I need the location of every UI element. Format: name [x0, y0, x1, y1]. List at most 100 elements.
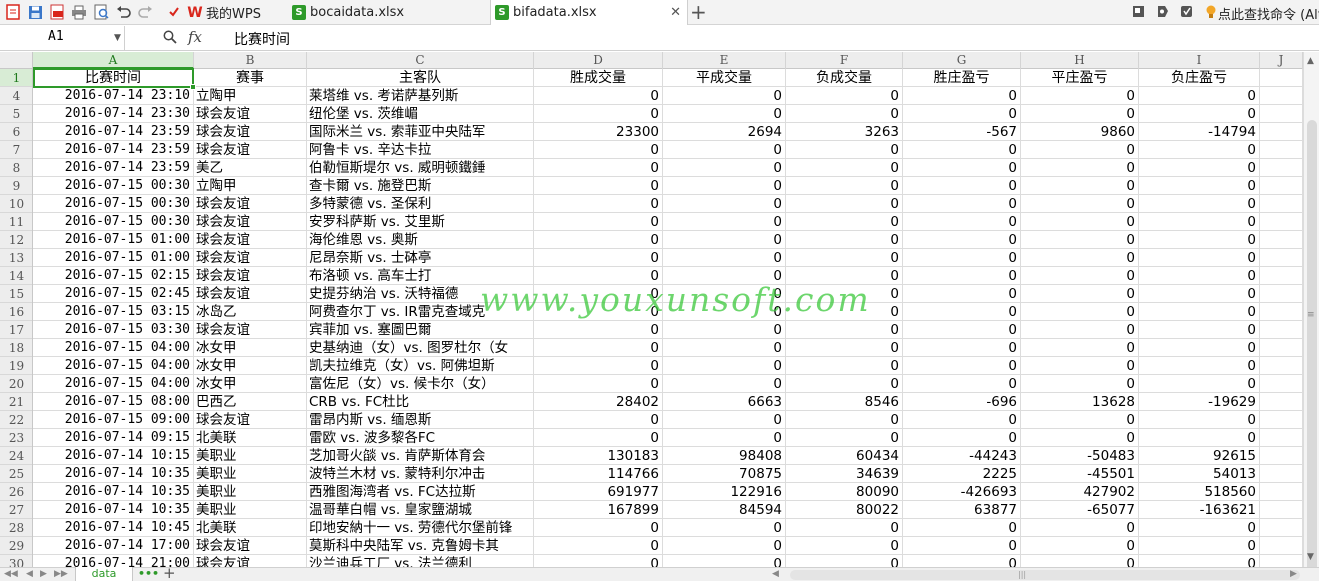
table-cell[interactable]: 3263	[786, 123, 903, 141]
table-cell[interactable]: 0	[1021, 105, 1139, 123]
table-cell[interactable]: 0	[1021, 519, 1139, 537]
table-cell[interactable]	[1260, 141, 1303, 159]
table-cell[interactable]: 0	[663, 87, 786, 105]
table-cell[interactable]: 0	[663, 303, 786, 321]
table-cell[interactable]: 立陶甲	[194, 177, 307, 195]
table-cell[interactable]: 0	[1139, 411, 1260, 429]
zoom-icon[interactable]	[163, 30, 177, 48]
table-cell[interactable]	[1260, 375, 1303, 393]
column-header-a[interactable]: A	[33, 52, 194, 69]
table-cell[interactable]: 0	[903, 213, 1021, 231]
table-cell[interactable]	[1260, 429, 1303, 447]
table-cell[interactable]: 92615	[1139, 447, 1260, 465]
column-header-c[interactable]: C	[307, 52, 534, 69]
row-header[interactable]: 27	[0, 501, 32, 519]
table-cell[interactable]: 雷昂内斯 vs. 缅恩斯	[307, 411, 534, 429]
table-cell[interactable]: 球会友谊	[194, 249, 307, 267]
table-cell[interactable]: 70875	[663, 465, 786, 483]
table-cell[interactable]: 0	[534, 141, 663, 159]
table-cell[interactable]: 0	[663, 411, 786, 429]
table-cell[interactable]: 0	[1139, 141, 1260, 159]
table-cell[interactable]: 0	[1139, 285, 1260, 303]
add-sheet-button[interactable]: +	[163, 564, 176, 581]
column-header-f[interactable]: F	[786, 52, 903, 69]
table-cell[interactable]: 0	[786, 87, 903, 105]
table-cell[interactable]: 0	[534, 519, 663, 537]
table-cell[interactable]: 0	[1139, 339, 1260, 357]
table-cell[interactable]: 2016-07-14 23:30	[33, 105, 194, 123]
table-cell[interactable]: 691977	[534, 483, 663, 501]
table-cell[interactable]: -50483	[1021, 447, 1139, 465]
row-header[interactable]: 29	[0, 537, 32, 555]
table-cell[interactable]: 0	[786, 519, 903, 537]
table-cell[interactable]: 0	[663, 519, 786, 537]
table-cell[interactable]: 0	[663, 267, 786, 285]
table-cell[interactable]: 2016-07-14 17:00	[33, 537, 194, 555]
table-cell[interactable]: 布洛顿 vs. 高车士打	[307, 267, 534, 285]
table-cell[interactable]: -45501	[1021, 465, 1139, 483]
table-cell[interactable]: 宾菲加 vs. 塞圖巴爾	[307, 321, 534, 339]
row-header[interactable]: 23	[0, 429, 32, 447]
table-cell[interactable]: 0	[1139, 87, 1260, 105]
table-cell[interactable]: 0	[903, 321, 1021, 339]
row-header[interactable]: 28	[0, 519, 32, 537]
fx-icon[interactable]: fx	[188, 28, 202, 46]
table-cell[interactable]: 2016-07-15 09:00	[33, 411, 194, 429]
table-cell[interactable]: CRB vs. FC杜比	[307, 393, 534, 411]
table-cell[interactable]: 80090	[786, 483, 903, 501]
table-cell[interactable]: 0	[1139, 159, 1260, 177]
table-cell[interactable]: 美职业	[194, 483, 307, 501]
table-cell[interactable]: 0	[786, 339, 903, 357]
table-cell[interactable]: 2016-07-15 00:30	[33, 213, 194, 231]
table-cell[interactable]: 2016-07-14 23:59	[33, 123, 194, 141]
table-cell[interactable]: 54013	[1139, 465, 1260, 483]
table-cell[interactable]: 0	[903, 375, 1021, 393]
table-cell[interactable]: 0	[903, 519, 1021, 537]
table-cell[interactable]: 0	[786, 159, 903, 177]
table-cell[interactable]	[1260, 159, 1303, 177]
table-cell[interactable]: 0	[903, 303, 1021, 321]
table-cell[interactable]: 0	[1021, 537, 1139, 555]
table-cell[interactable]: 冰岛乙	[194, 303, 307, 321]
table-cell[interactable]	[1260, 303, 1303, 321]
table-cell[interactable]: 0	[903, 339, 1021, 357]
row-header[interactable]: 17	[0, 321, 32, 339]
table-cell[interactable]: 0	[1021, 87, 1139, 105]
table-cell[interactable]: 2016-07-15 00:30	[33, 195, 194, 213]
table-cell[interactable]: 0	[534, 105, 663, 123]
table-cell[interactable]: 0	[1139, 195, 1260, 213]
table-cell[interactable]: 0	[903, 195, 1021, 213]
table-cell[interactable]: 0	[786, 375, 903, 393]
table-cell[interactable]	[1260, 393, 1303, 411]
table-cell[interactable]: 0	[1139, 249, 1260, 267]
table-cell[interactable]: 0	[1139, 357, 1260, 375]
table-cell[interactable]: 0	[903, 411, 1021, 429]
table-cell[interactable]: 雷欧 vs. 波多黎各FC	[307, 429, 534, 447]
table-cell[interactable]: 0	[663, 537, 786, 555]
table-cell[interactable]: 2016-07-15 03:15	[33, 303, 194, 321]
table-cell[interactable]: 波特兰木材 vs. 蒙特利尔冲击	[307, 465, 534, 483]
table-cell[interactable]	[1260, 231, 1303, 249]
column-title-cell[interactable]: 比赛时间	[33, 69, 194, 87]
table-cell[interactable]	[1260, 411, 1303, 429]
table-cell[interactable]: 0	[786, 303, 903, 321]
table-cell[interactable]: 13628	[1021, 393, 1139, 411]
table-cell[interactable]: 0	[534, 231, 663, 249]
tab-bifadata[interactable]: S bifadata.xlsx ✕	[490, 0, 688, 26]
new-tab-button[interactable]: +	[690, 1, 707, 23]
table-cell[interactable]: 9860	[1021, 123, 1139, 141]
table-cell[interactable]: 0	[1139, 177, 1260, 195]
table-cell[interactable]: 2016-07-14 23:10	[33, 87, 194, 105]
table-cell[interactable]: 0	[786, 141, 903, 159]
table-cell[interactable]: 0	[786, 537, 903, 555]
cell-grid[interactable]: 比赛时间 赛事 主客队 胜成交量 平成交量 负成交量 胜庄盈亏 平庄盈亏 负庄盈亏 2016-07…	[33, 69, 1303, 569]
column-title-cell[interactable]: 胜庄盈亏	[903, 69, 1021, 87]
table-cell[interactable]: 0	[534, 177, 663, 195]
quick-access-menu-icon[interactable]	[165, 3, 183, 21]
table-cell[interactable]: 0	[903, 357, 1021, 375]
table-cell[interactable]: 0	[1021, 195, 1139, 213]
table-cell[interactable]: 518560	[1139, 483, 1260, 501]
table-cell[interactable]: 0	[1021, 285, 1139, 303]
scroll-up-icon[interactable]: ▲	[1307, 56, 1314, 66]
table-cell[interactable]	[1260, 249, 1303, 267]
